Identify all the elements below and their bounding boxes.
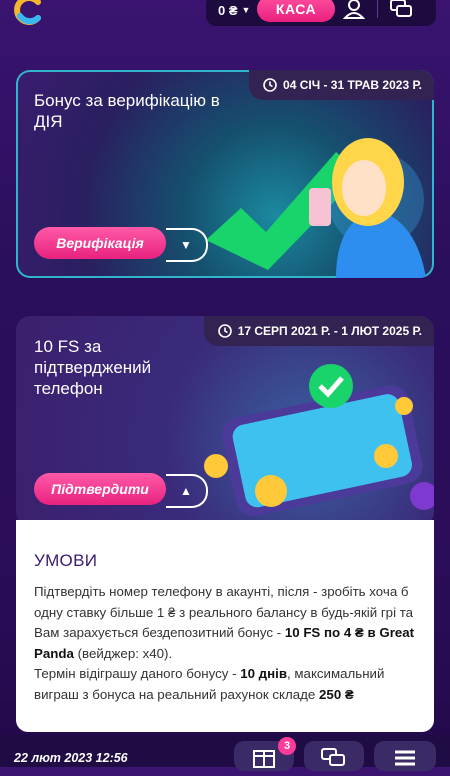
conditions-text-bold: 10 днів (240, 666, 288, 681)
conditions-text-part: (вейджер: x40). (73, 645, 173, 661)
clock-icon (217, 324, 232, 338)
bonus-card-phone: 17 СЕРП 2021 Р. - 1 ЛЮТ 2025 Р. 10 FS за… (16, 316, 434, 526)
chevron-up-icon: ▲ (180, 484, 192, 498)
bonus-card-verification: 04 СІЧ - 31 ТРАВ 2023 Р. Бонус за верифі… (16, 70, 434, 278)
confirm-button[interactable]: Підтвердити (34, 473, 166, 505)
chat-icon[interactable] (389, 0, 413, 20)
conditions-text: Підтвердіть номер телефону в акаунті, пі… (34, 582, 426, 705)
date-badge: 17 СЕРП 2021 Р. - 1 ЛЮТ 2025 Р. (203, 316, 434, 346)
logo-icon[interactable] (10, 0, 46, 28)
user-icon[interactable] (343, 0, 365, 20)
promo-illustration (206, 138, 426, 278)
header: 0 ₴ ▼ КАСА (0, 0, 450, 30)
promo-illustration (204, 364, 434, 517)
conditions-text-bold: 250 ₴ (319, 686, 354, 702)
card-title: 10 FS за підтверджений телефон (34, 337, 152, 398)
divider (377, 0, 378, 18)
verification-button[interactable]: Верифікація (34, 227, 166, 259)
conditions-panel: УМОВИ Підтвердіть номер телефону в акаун… (16, 520, 434, 732)
conditions-heading: УМОВИ (34, 551, 98, 570)
kasa-button[interactable]: КАСА (257, 0, 335, 22)
expand-toggle[interactable]: ▼ (166, 228, 208, 262)
chevron-down-icon: ▼ (180, 238, 192, 252)
date-badge: 04 СІЧ - 31 ТРАВ 2023 Р. (249, 70, 434, 100)
collapse-toggle[interactable]: ▲ (166, 474, 208, 508)
date-range: 17 СЕРП 2021 Р. - 1 ЛЮТ 2025 Р. (237, 324, 422, 338)
chevron-down-icon: ▼ (241, 5, 251, 15)
clock-icon (263, 78, 277, 92)
gift-count-badge: 3 (278, 737, 296, 755)
date-range: 04 СІЧ - 31 ТРАВ 2023 Р. (283, 78, 422, 92)
balance-dropdown[interactable]: 0 ₴ ▼ (218, 0, 250, 20)
balance-value: 0 ₴ (218, 2, 238, 18)
conditions-text-part: Термін відіграшу даного бонусу - (34, 666, 241, 681)
current-datetime: 22 лют 2023 12:56 (14, 751, 128, 765)
